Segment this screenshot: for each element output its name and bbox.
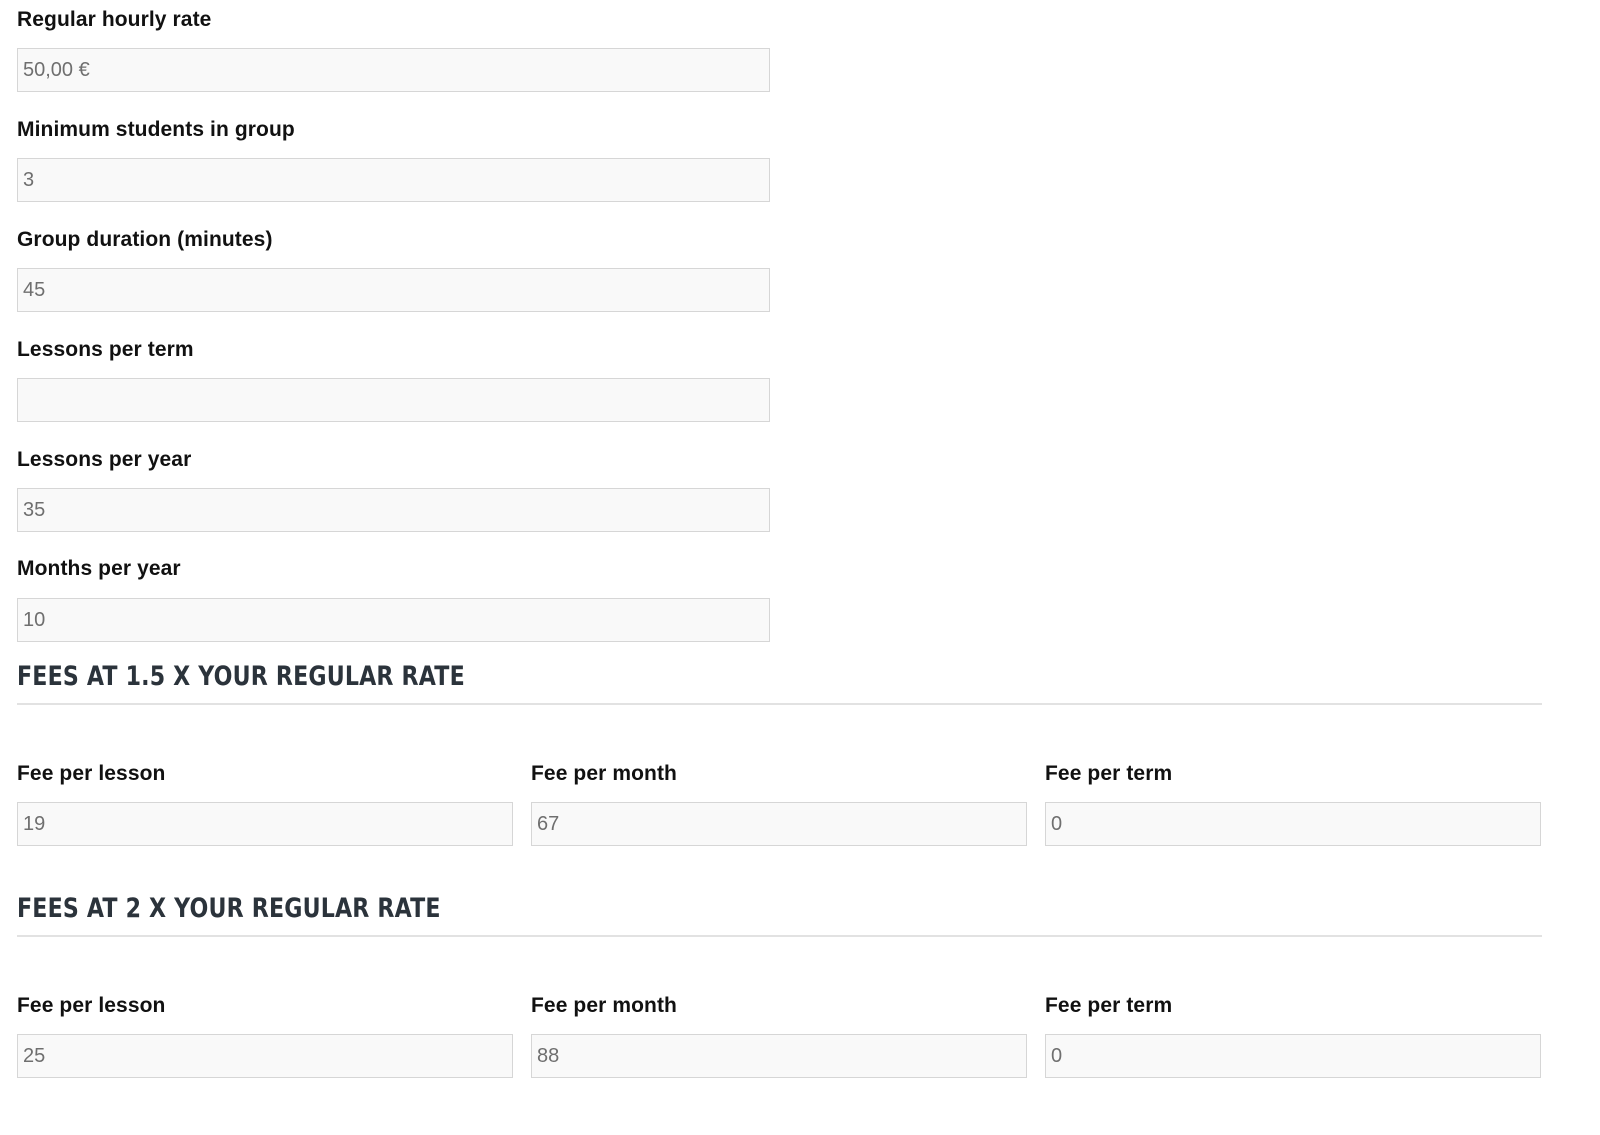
months-per-year-label: Months per year <box>17 557 181 580</box>
regular-hourly-rate-input[interactable] <box>17 48 770 92</box>
lessons-per-term-label: Lessons per term <box>17 338 194 361</box>
section-divider <box>17 703 1542 705</box>
fee-per-term-2x-input[interactable] <box>1045 1034 1541 1078</box>
fee-per-month-label: Fee per month <box>531 762 677 785</box>
section-title-1-5x: FEES AT 1.5 X YOUR REGULAR RATE <box>17 661 465 692</box>
fee-per-lesson-label: Fee per lesson <box>17 762 166 785</box>
minimum-students-label: Minimum students in group <box>17 118 295 141</box>
regular-hourly-rate-label: Regular hourly rate <box>17 8 212 31</box>
minimum-students-input[interactable] <box>17 158 770 202</box>
lessons-per-year-label: Lessons per year <box>17 448 192 471</box>
fee-per-month-2x-input[interactable] <box>531 1034 1027 1078</box>
section-title-2x: FEES AT 2 X YOUR REGULAR RATE <box>17 893 441 924</box>
lessons-per-year-input[interactable] <box>17 488 770 532</box>
fee-per-month-label: Fee per month <box>531 994 677 1017</box>
fee-per-term-1-5x-input[interactable] <box>1045 802 1541 846</box>
fee-per-lesson-2x-input[interactable] <box>17 1034 513 1078</box>
months-per-year-input[interactable] <box>17 598 770 642</box>
group-duration-input[interactable] <box>17 268 770 312</box>
fee-per-lesson-1-5x-input[interactable] <box>17 802 513 846</box>
fee-per-term-label: Fee per term <box>1045 762 1173 785</box>
section-divider <box>17 935 1542 937</box>
group-duration-label: Group duration (minutes) <box>17 228 273 251</box>
fee-per-term-label: Fee per term <box>1045 994 1173 1017</box>
fee-per-lesson-label: Fee per lesson <box>17 994 166 1017</box>
lessons-per-term-input[interactable] <box>17 378 770 422</box>
fee-per-month-1-5x-input[interactable] <box>531 802 1027 846</box>
